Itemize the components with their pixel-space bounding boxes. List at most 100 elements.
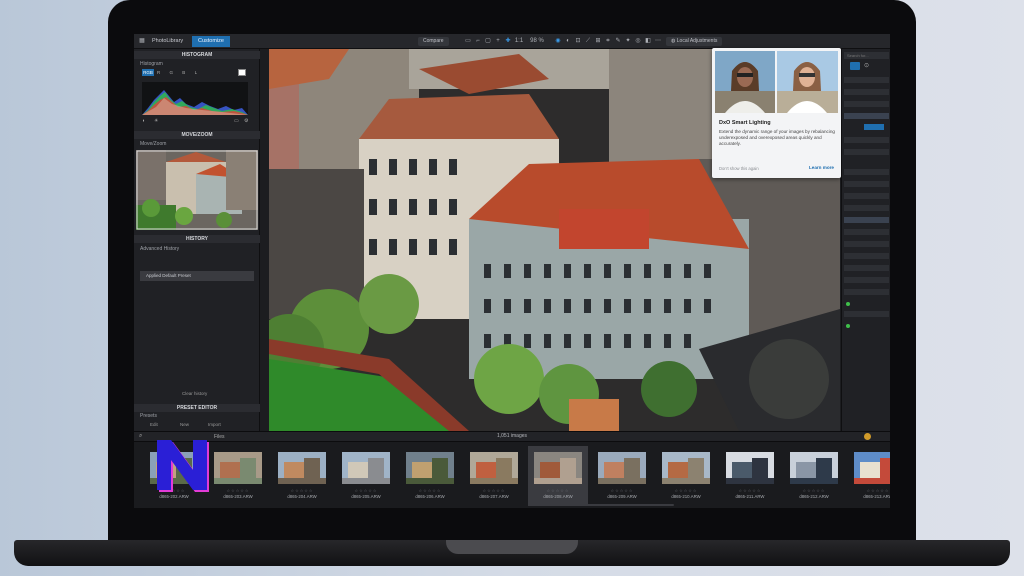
- filmstrip-thumbnail[interactable]: ☆☆☆☆☆ d865-203.ARW: [208, 446, 268, 506]
- before-after-icon[interactable]: ◧: [644, 37, 652, 45]
- mode-toggle[interactable]: [864, 124, 884, 130]
- histogram-sub: Histogram: [140, 61, 163, 67]
- red-eye-icon[interactable]: ✦: [624, 37, 632, 45]
- straighten-icon[interactable]: ⟋: [584, 37, 592, 45]
- thumbnail-filename: d865-202.ARW: [159, 494, 189, 499]
- channel-l[interactable]: L: [195, 70, 202, 75]
- preset-edit-button[interactable]: Edit: [150, 421, 158, 428]
- repair-icon[interactable]: ✎: [614, 37, 622, 45]
- signal-dot-icon: [846, 302, 850, 306]
- filmstrip-thumbnail[interactable]: ☆☆☆☆☆ d865-209.ARW: [592, 446, 652, 506]
- filmstrip-thumbnail[interactable]: ☆☆☆☆☆ d865-210.ARW: [656, 446, 716, 506]
- rating-stars[interactable]: ☆☆☆☆☆: [336, 488, 396, 493]
- rating-stars[interactable]: ☆☆☆☆☆: [784, 488, 844, 493]
- dont-show-again-link[interactable]: Don't show this again: [719, 166, 759, 171]
- more-icon[interactable]: ⋯: [654, 37, 662, 45]
- highlight-icon[interactable]: ☀: [154, 118, 158, 124]
- rating-stars[interactable]: ☆☆☆☆☆: [656, 488, 716, 493]
- local-adjustments-button[interactable]: ◍ Local Adjustments: [666, 37, 723, 46]
- thumbnail-image: [214, 452, 262, 484]
- smart-lighting-icon[interactable]: ◉: [554, 37, 562, 45]
- preset-editor-header[interactable]: PRESET EDITOR: [134, 404, 260, 412]
- white-balance-icon[interactable]: ◐: [564, 37, 572, 45]
- filmstrip-thumbnail[interactable]: ☆☆☆☆☆ d865-208.ARW: [528, 446, 588, 506]
- histogram-graph: [142, 82, 248, 115]
- grid-icon: ▦: [139, 38, 145, 44]
- filmstrip-thumbnail[interactable]: ☆☆☆☆☆ d865-207.ARW: [464, 446, 524, 506]
- right-row: [844, 77, 889, 83]
- tab-customize-label: Customize: [198, 38, 224, 44]
- shadow-icon[interactable]: ◗: [142, 118, 145, 124]
- filmstrip-thumbnail[interactable]: ☆☆☆☆☆ d865-205.ARW: [336, 446, 396, 506]
- rating-stars[interactable]: ☆☆☆☆☆: [464, 488, 524, 493]
- tab-customize[interactable]: Customize: [192, 36, 230, 47]
- thumbnail-image: [662, 452, 710, 484]
- rating-stars[interactable]: ☆☆☆☆☆: [720, 488, 780, 493]
- channel-g[interactable]: G: [170, 70, 178, 75]
- panel-filter-active-icon[interactable]: [850, 62, 860, 70]
- crop-icon[interactable]: ⌐: [474, 37, 482, 45]
- zoom-percent[interactable]: 98 %: [526, 37, 548, 45]
- screen-icon[interactable]: ▭: [234, 118, 239, 124]
- right-row: [844, 265, 889, 271]
- histogram-svg: [142, 90, 248, 115]
- crop-tool-icon[interactable]: ⊞: [594, 37, 602, 45]
- filmstrip: ⌕ Files 1,051 images ☆☆☆☆☆ d865-202.ARW ☆☆…: [134, 431, 890, 508]
- thumbnail-image: [726, 452, 774, 484]
- distortion-icon[interactable]: ⌗: [604, 37, 612, 45]
- search-input[interactable]: Search for...: [844, 52, 889, 59]
- history-item[interactable]: Applied Default Preset: [140, 271, 254, 281]
- panel-filter-icon[interactable]: ⊙: [864, 62, 869, 69]
- right-row: [844, 289, 889, 295]
- rating-stars[interactable]: ☆☆☆☆☆: [848, 488, 890, 493]
- navigator-thumbnail[interactable]: [136, 150, 258, 230]
- filmstrip-thumbnail[interactable]: ☆☆☆☆☆ d865-211.ARW: [720, 446, 780, 506]
- histogram-mode-rgb[interactable]: RGB: [142, 69, 154, 76]
- image-count: 1,051 images: [496, 433, 528, 439]
- filmstrip-thumbnail[interactable]: ☆☆☆☆☆ d865-204.ARW: [272, 446, 332, 506]
- rating-stars[interactable]: ☆☆☆☆☆: [592, 488, 652, 493]
- right-row: [844, 241, 889, 247]
- filmstrip-thumbnail[interactable]: ☆☆☆☆☆ d865-212.ARW: [784, 446, 844, 506]
- filmstrip-scrollbar[interactable]: [554, 504, 674, 506]
- preset-new-button[interactable]: New: [180, 421, 189, 428]
- layout-icon[interactable]: ▭: [464, 37, 472, 45]
- presets-sub: Presets: [140, 413, 157, 419]
- histogram-header[interactable]: HISTOGRAM: [134, 51, 260, 59]
- right-row: [844, 253, 889, 259]
- right-row: [844, 181, 889, 187]
- eye-icon[interactable]: ◎: [634, 37, 642, 45]
- right-row-selected[interactable]: [844, 113, 889, 119]
- rating-stars[interactable]: ☆☆☆☆☆: [400, 488, 460, 493]
- history-header[interactable]: HISTORY: [134, 235, 260, 243]
- channel-r[interactable]: R: [157, 70, 164, 75]
- rating-stars[interactable]: ☆☆☆☆☆: [208, 488, 268, 493]
- filmstrip-thumbnail[interactable]: ☆☆☆☆☆ d865-206.ARW: [400, 446, 460, 506]
- learn-more-link[interactable]: Learn more: [809, 165, 834, 170]
- compare-button[interactable]: Compare: [418, 37, 449, 46]
- filmstrip-thumbnail[interactable]: ☆☆☆☆☆ d865-213.ARW: [848, 446, 890, 506]
- channel-b[interactable]: B: [182, 70, 189, 75]
- zoom-plus-active-icon[interactable]: ✚: [504, 37, 512, 45]
- horizon-icon[interactable]: ⊡: [574, 37, 582, 45]
- thumbnail-filename: d865-209.ARW: [607, 494, 637, 499]
- clipping-toggle-icon[interactable]: [238, 69, 246, 76]
- right-row: [844, 311, 889, 317]
- preset-import-button[interactable]: Import: [208, 421, 221, 428]
- rating-stars[interactable]: ☆☆☆☆☆: [272, 488, 332, 493]
- popup-body: Extend the dynamic range of your images …: [719, 129, 835, 146]
- popup-title: DxO Smart Lighting: [719, 120, 771, 126]
- thumbnail-image: [790, 452, 838, 484]
- zoom-in-icon[interactable]: +: [494, 37, 502, 45]
- movezoom-header[interactable]: MOVE/ZOOM: [134, 131, 260, 139]
- rating-stars[interactable]: ☆☆☆☆☆: [528, 488, 588, 493]
- clear-history-button[interactable]: Clear history: [182, 390, 207, 397]
- fit-icon[interactable]: ▢: [484, 37, 492, 45]
- right-row: [844, 89, 889, 95]
- thumbnail-filename: d865-205.ARW: [351, 494, 381, 499]
- tab-photolibrary[interactable]: PhotoLibrary: [146, 36, 189, 47]
- settings-icon[interactable]: ⚙: [244, 118, 248, 124]
- right-row: [844, 205, 889, 211]
- thumbnail-image: [406, 452, 454, 484]
- right-row-selected[interactable]: [844, 217, 889, 223]
